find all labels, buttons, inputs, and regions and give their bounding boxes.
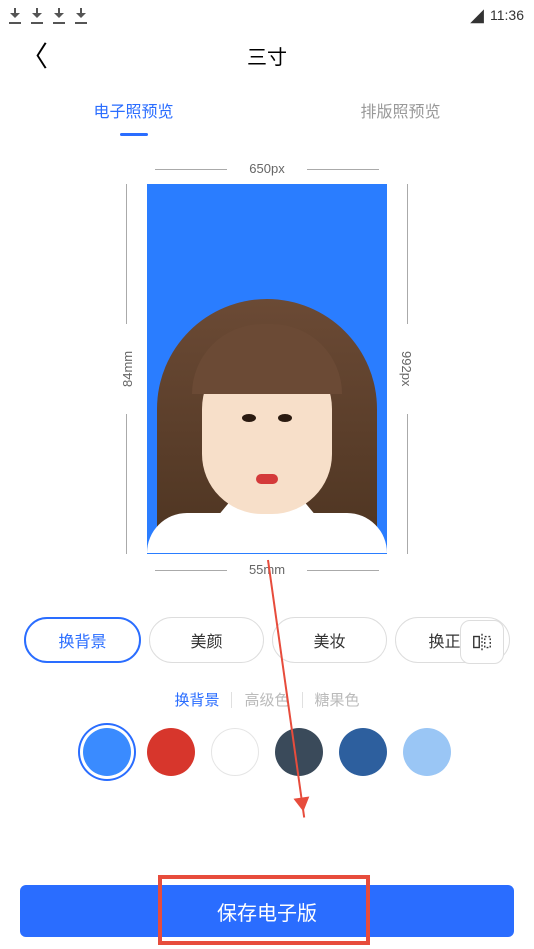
download-icon — [54, 8, 64, 22]
back-button[interactable]: 〈 — [20, 35, 48, 75]
dimension-height-px: 992px — [387, 184, 426, 554]
preview-tabs: 电子照预览 排版照预览 — [0, 80, 534, 136]
download-icon — [76, 8, 86, 22]
dimension-height-mm: 84mm — [108, 184, 147, 554]
save-button[interactable]: 保存电子版 — [20, 885, 514, 937]
nav-bar: 〈 三寸 — [0, 30, 534, 80]
subtab-advanced[interactable]: 高级色 — [244, 689, 289, 710]
swatch-darkblue[interactable] — [275, 728, 323, 776]
edit-options: 换背景 美颜 美妆 换正装 — [0, 597, 534, 673]
swatch-navy[interactable] — [339, 728, 387, 776]
flip-horizontal-button[interactable] — [460, 620, 504, 664]
swatch-blue[interactable] — [83, 728, 131, 776]
photo-preview-area: 650px 84mm 992px 55mm — [0, 136, 534, 597]
swatch-lightblue[interactable] — [403, 728, 451, 776]
status-time: 11:36 — [490, 7, 524, 23]
dimension-width-px: 650px — [147, 161, 387, 176]
download-icon — [10, 8, 20, 22]
swatch-red[interactable] — [147, 728, 195, 776]
color-swatches — [0, 720, 534, 796]
wifi-icon: ◢ — [470, 5, 484, 26]
option-background[interactable]: 换背景 — [24, 617, 141, 663]
tab-print-preview[interactable]: 排版照预览 — [267, 90, 534, 136]
background-subtabs: 换背景 高级色 糖果色 — [0, 673, 534, 720]
option-beauty[interactable]: 美颜 — [149, 617, 264, 663]
subtab-candy[interactable]: 糖果色 — [315, 689, 360, 710]
divider — [231, 692, 232, 708]
page-title: 三寸 — [247, 41, 287, 70]
option-makeup[interactable]: 美妆 — [272, 617, 387, 663]
save-button-label: 保存电子版 — [217, 897, 317, 926]
flip-icon — [471, 631, 493, 653]
tab-digital-preview[interactable]: 电子照预览 — [0, 90, 267, 136]
subtab-background[interactable]: 换背景 — [174, 689, 219, 710]
status-bar: ◢ 11:36 — [0, 0, 534, 30]
swatch-white[interactable] — [211, 728, 259, 776]
divider — [302, 692, 303, 708]
photo-preview — [147, 184, 387, 554]
download-icon — [32, 8, 42, 22]
